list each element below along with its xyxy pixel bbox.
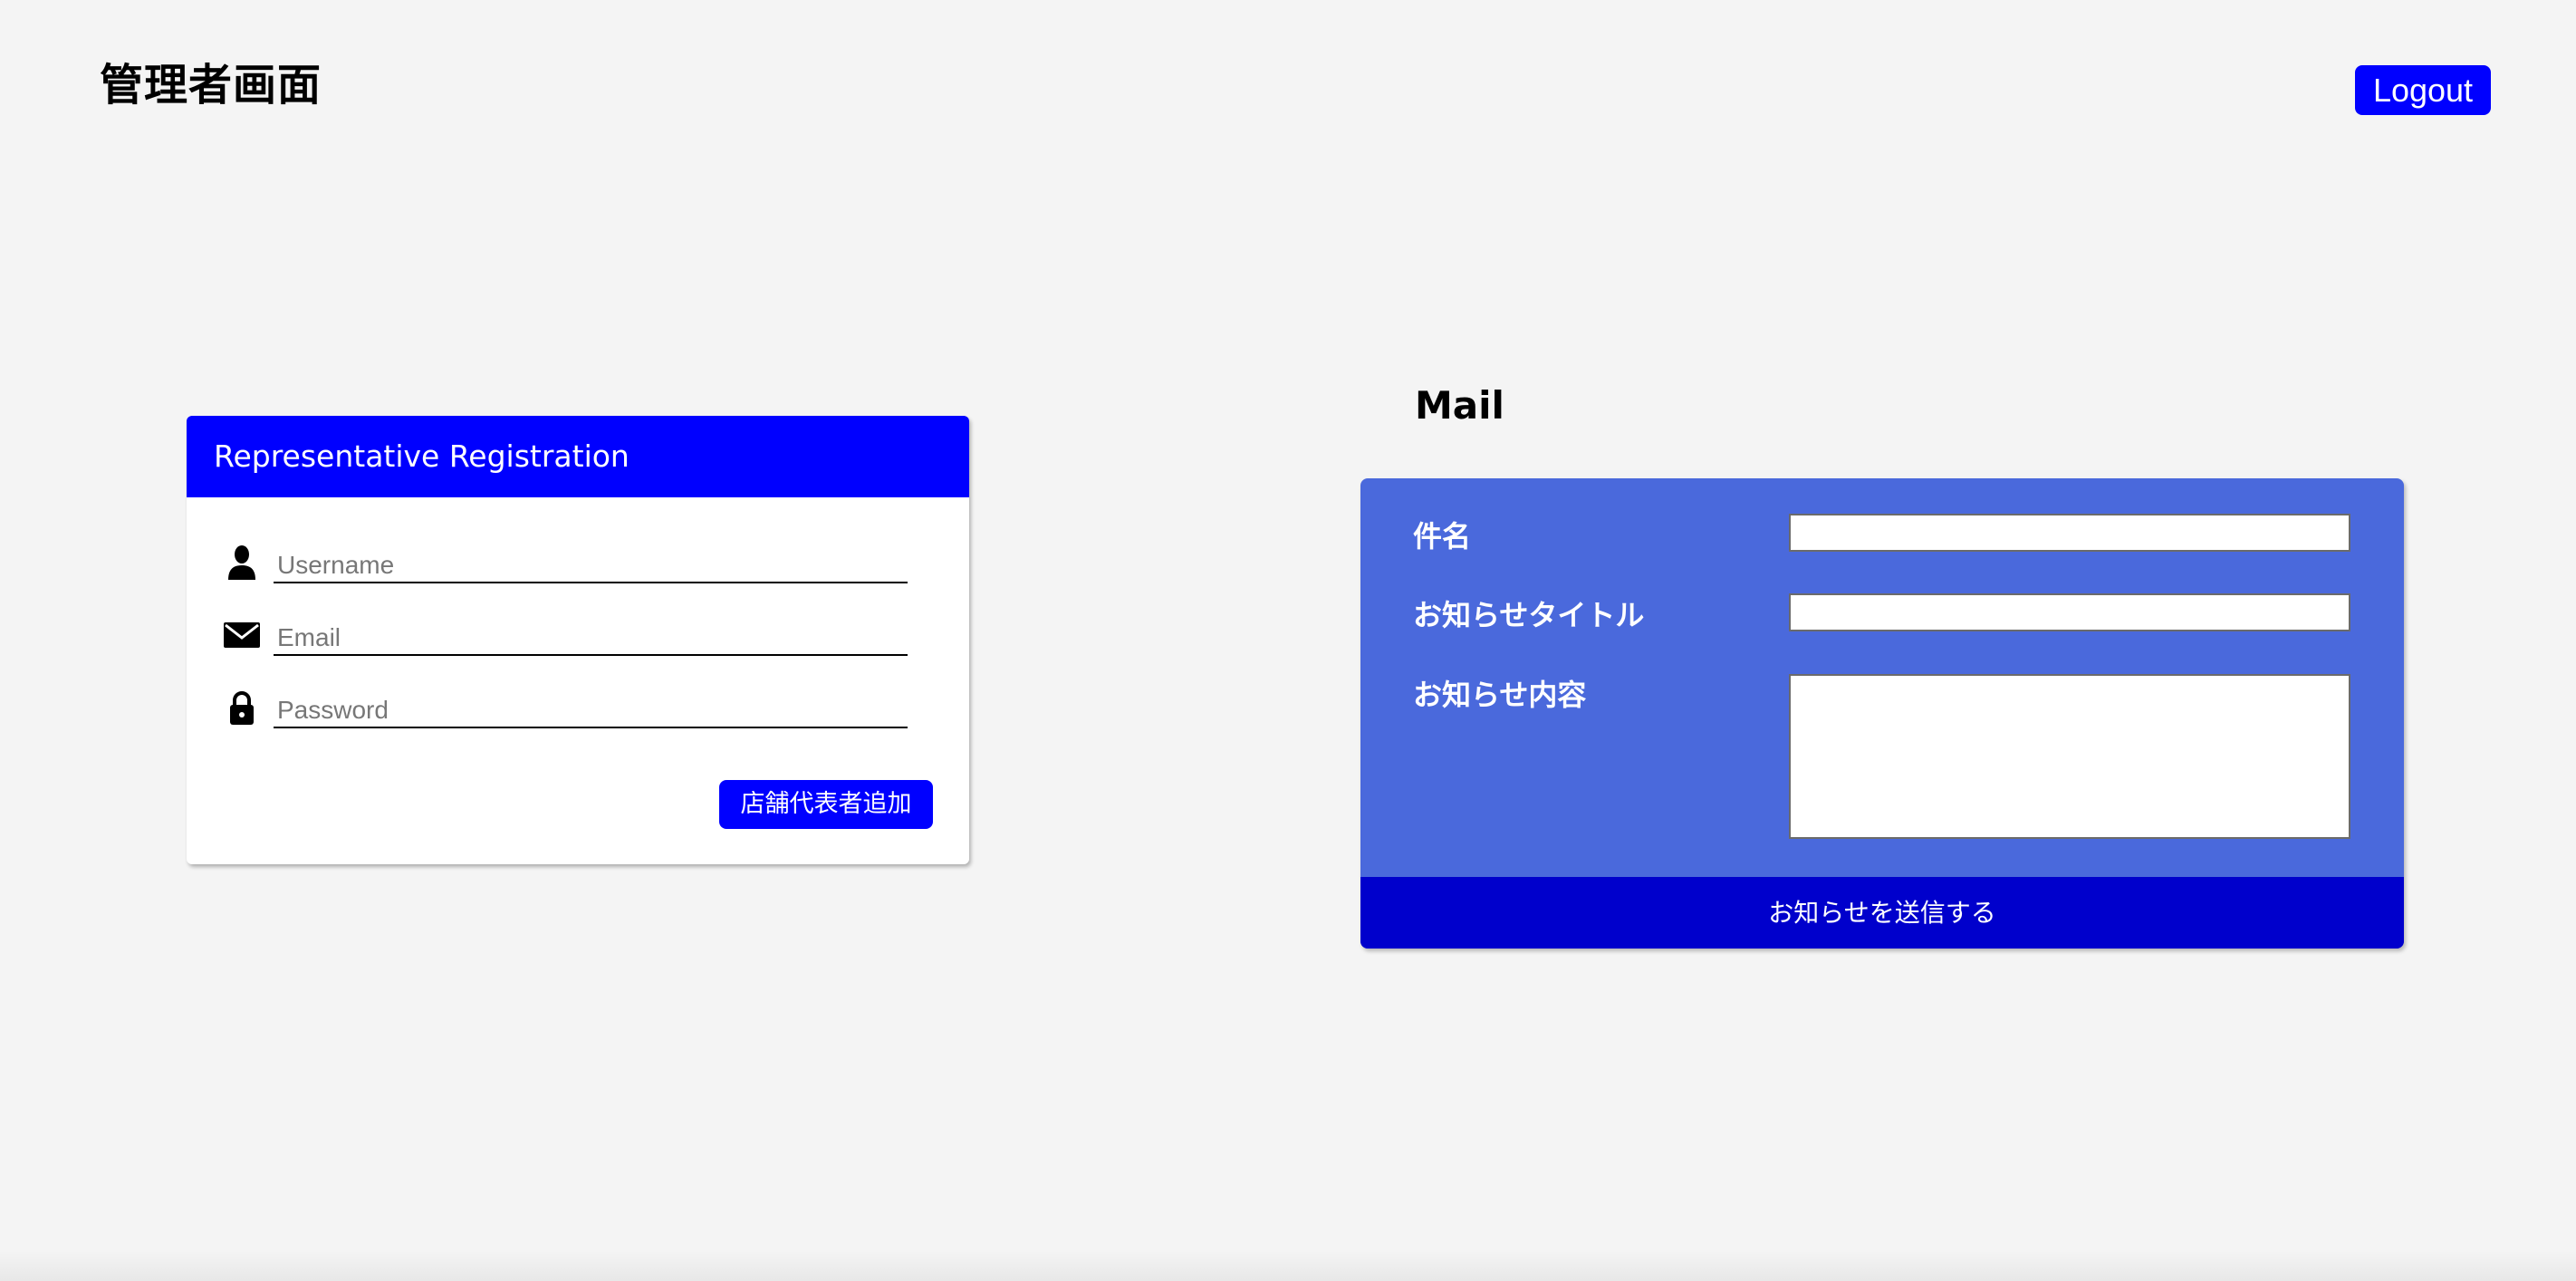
- mail-section-title: Mail: [1415, 383, 1504, 428]
- send-notice-button[interactable]: お知らせを送信する: [1360, 877, 2404, 949]
- notice-title-label: お知らせタイトル: [1413, 598, 1645, 632]
- user-icon: [223, 544, 261, 582]
- password-row: [223, 685, 909, 730]
- password-input[interactable]: [274, 685, 908, 728]
- registration-card-title: Representative Registration: [187, 416, 969, 497]
- notice-title-input[interactable]: [1789, 593, 2350, 631]
- email-row: [223, 612, 909, 658]
- subject-label: 件名: [1413, 519, 1472, 554]
- mail-form-panel: 件名 お知らせタイトル お知らせ内容 お知らせを送信する: [1360, 478, 2404, 949]
- username-input[interactable]: [274, 540, 908, 583]
- email-input[interactable]: [274, 612, 908, 656]
- registration-card: Representative Registration Username Ema…: [187, 416, 969, 864]
- add-representative-button[interactable]: 店舗代表者追加: [719, 780, 933, 829]
- notice-content-textarea[interactable]: [1789, 674, 2350, 839]
- notice-content-label: お知らせ内容: [1413, 678, 1587, 712]
- page-title: 管理者画面: [100, 60, 322, 111]
- logout-button[interactable]: Logout: [2355, 65, 2491, 115]
- subject-input[interactable]: [1789, 514, 2350, 552]
- lock-icon: [223, 689, 261, 727]
- envelope-icon: [223, 616, 261, 654]
- username-row: [223, 540, 909, 585]
- bottom-shadow: [0, 1250, 2576, 1281]
